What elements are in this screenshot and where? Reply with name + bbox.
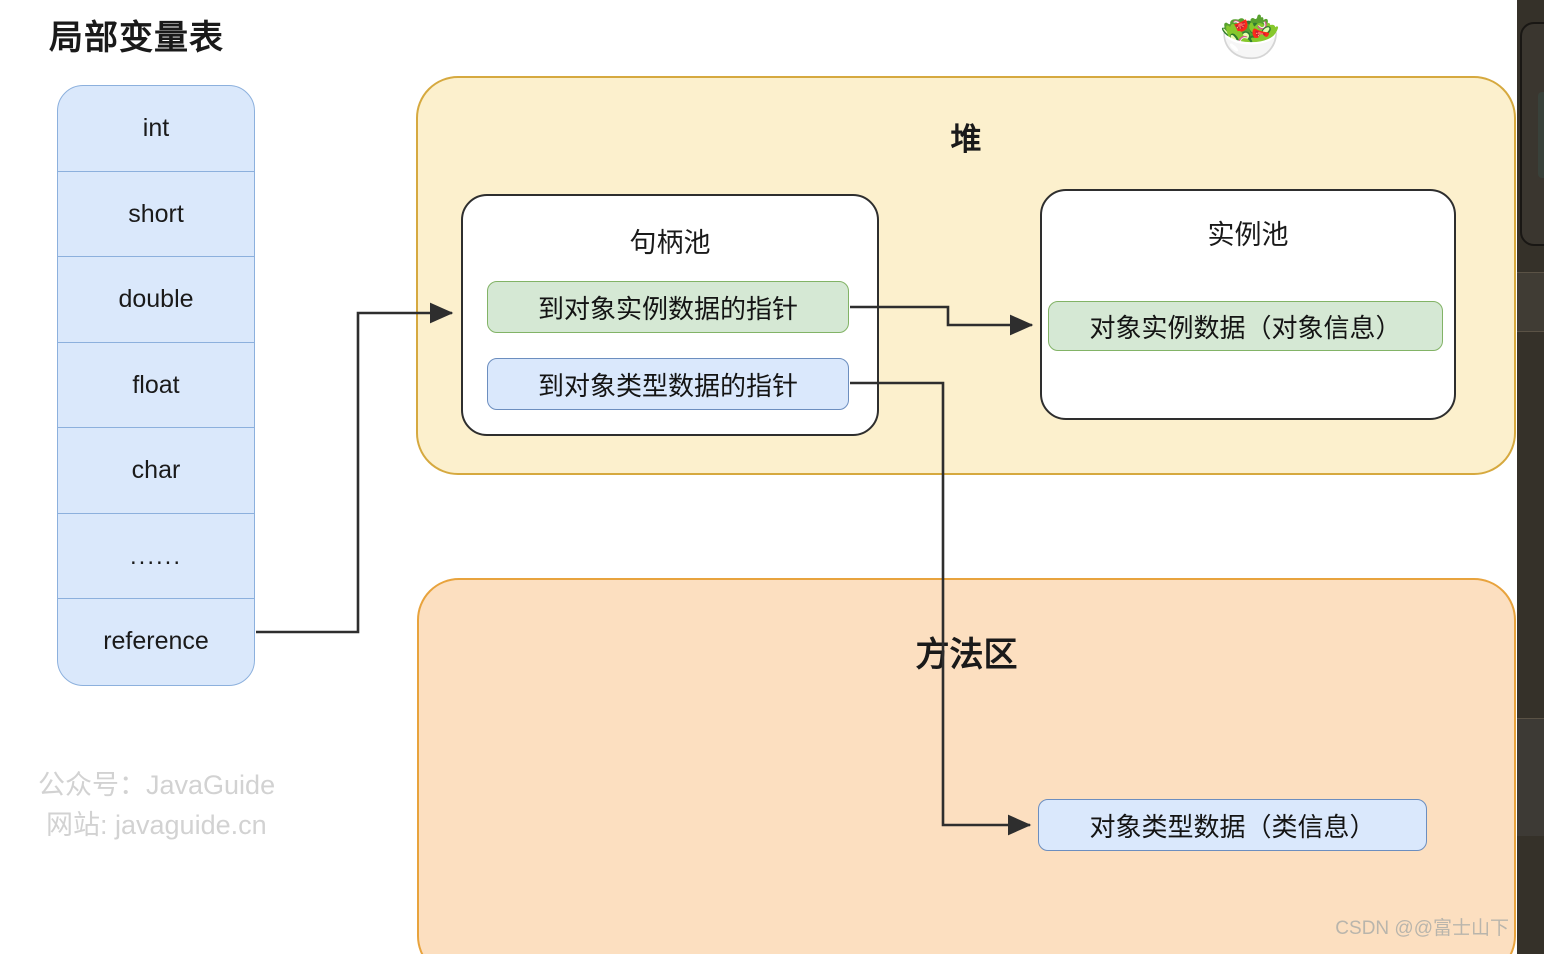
lvt-row-int: int xyxy=(58,86,254,172)
handle-pool-title: 句柄池 xyxy=(629,228,711,258)
lvt-row-short: short xyxy=(58,172,254,257)
page-right-edge xyxy=(1517,0,1544,954)
method-area-region: 方法区 xyxy=(417,578,1516,954)
lvt-row-reference: reference xyxy=(103,627,209,655)
diagram-canvas: 局部变量表 🥗 int short double float char ....… xyxy=(0,0,1544,954)
heap-label: 堆 xyxy=(950,122,982,157)
page-title: 局部变量表 xyxy=(49,19,224,57)
method-area-label: 方法区 xyxy=(915,636,1018,674)
lvt-row-double: double xyxy=(58,257,254,343)
lvt-row-float: float xyxy=(58,343,254,428)
local-variable-table: int short double float char ...... refer… xyxy=(57,85,255,686)
instance-data-pointer-chip: 到对象实例数据的指针 xyxy=(487,281,849,333)
javaguide-watermark: 公众号：JavaGuide 网站: javaguide.cn xyxy=(38,765,275,845)
page-right-edge-panel xyxy=(1520,22,1544,246)
javaguide-watermark-line1: 公众号：JavaGuide xyxy=(38,770,276,800)
lvt-row-ellipsis: ...... xyxy=(58,514,254,599)
page-right-edge-row-a xyxy=(1517,272,1544,332)
instance-pool-title: 实例池 xyxy=(1207,220,1289,250)
object-instance-data-chip: 对象实例数据（对象信息） xyxy=(1048,301,1443,351)
type-data-pointer-chip: 到对象类型数据的指针 xyxy=(487,358,849,410)
salad-bowl-icon: 🥗 xyxy=(1219,9,1282,65)
page-right-edge-row-b xyxy=(1517,718,1544,836)
csdn-watermark: CSDN @@富士山下 xyxy=(1335,918,1509,939)
object-type-data-chip: 对象类型数据（类信息） xyxy=(1038,799,1427,851)
page-right-edge-panel-inner xyxy=(1538,92,1544,178)
javaguide-watermark-line2: 网站: javaguide.cn xyxy=(46,810,267,840)
lvt-row-char: char xyxy=(58,428,254,514)
